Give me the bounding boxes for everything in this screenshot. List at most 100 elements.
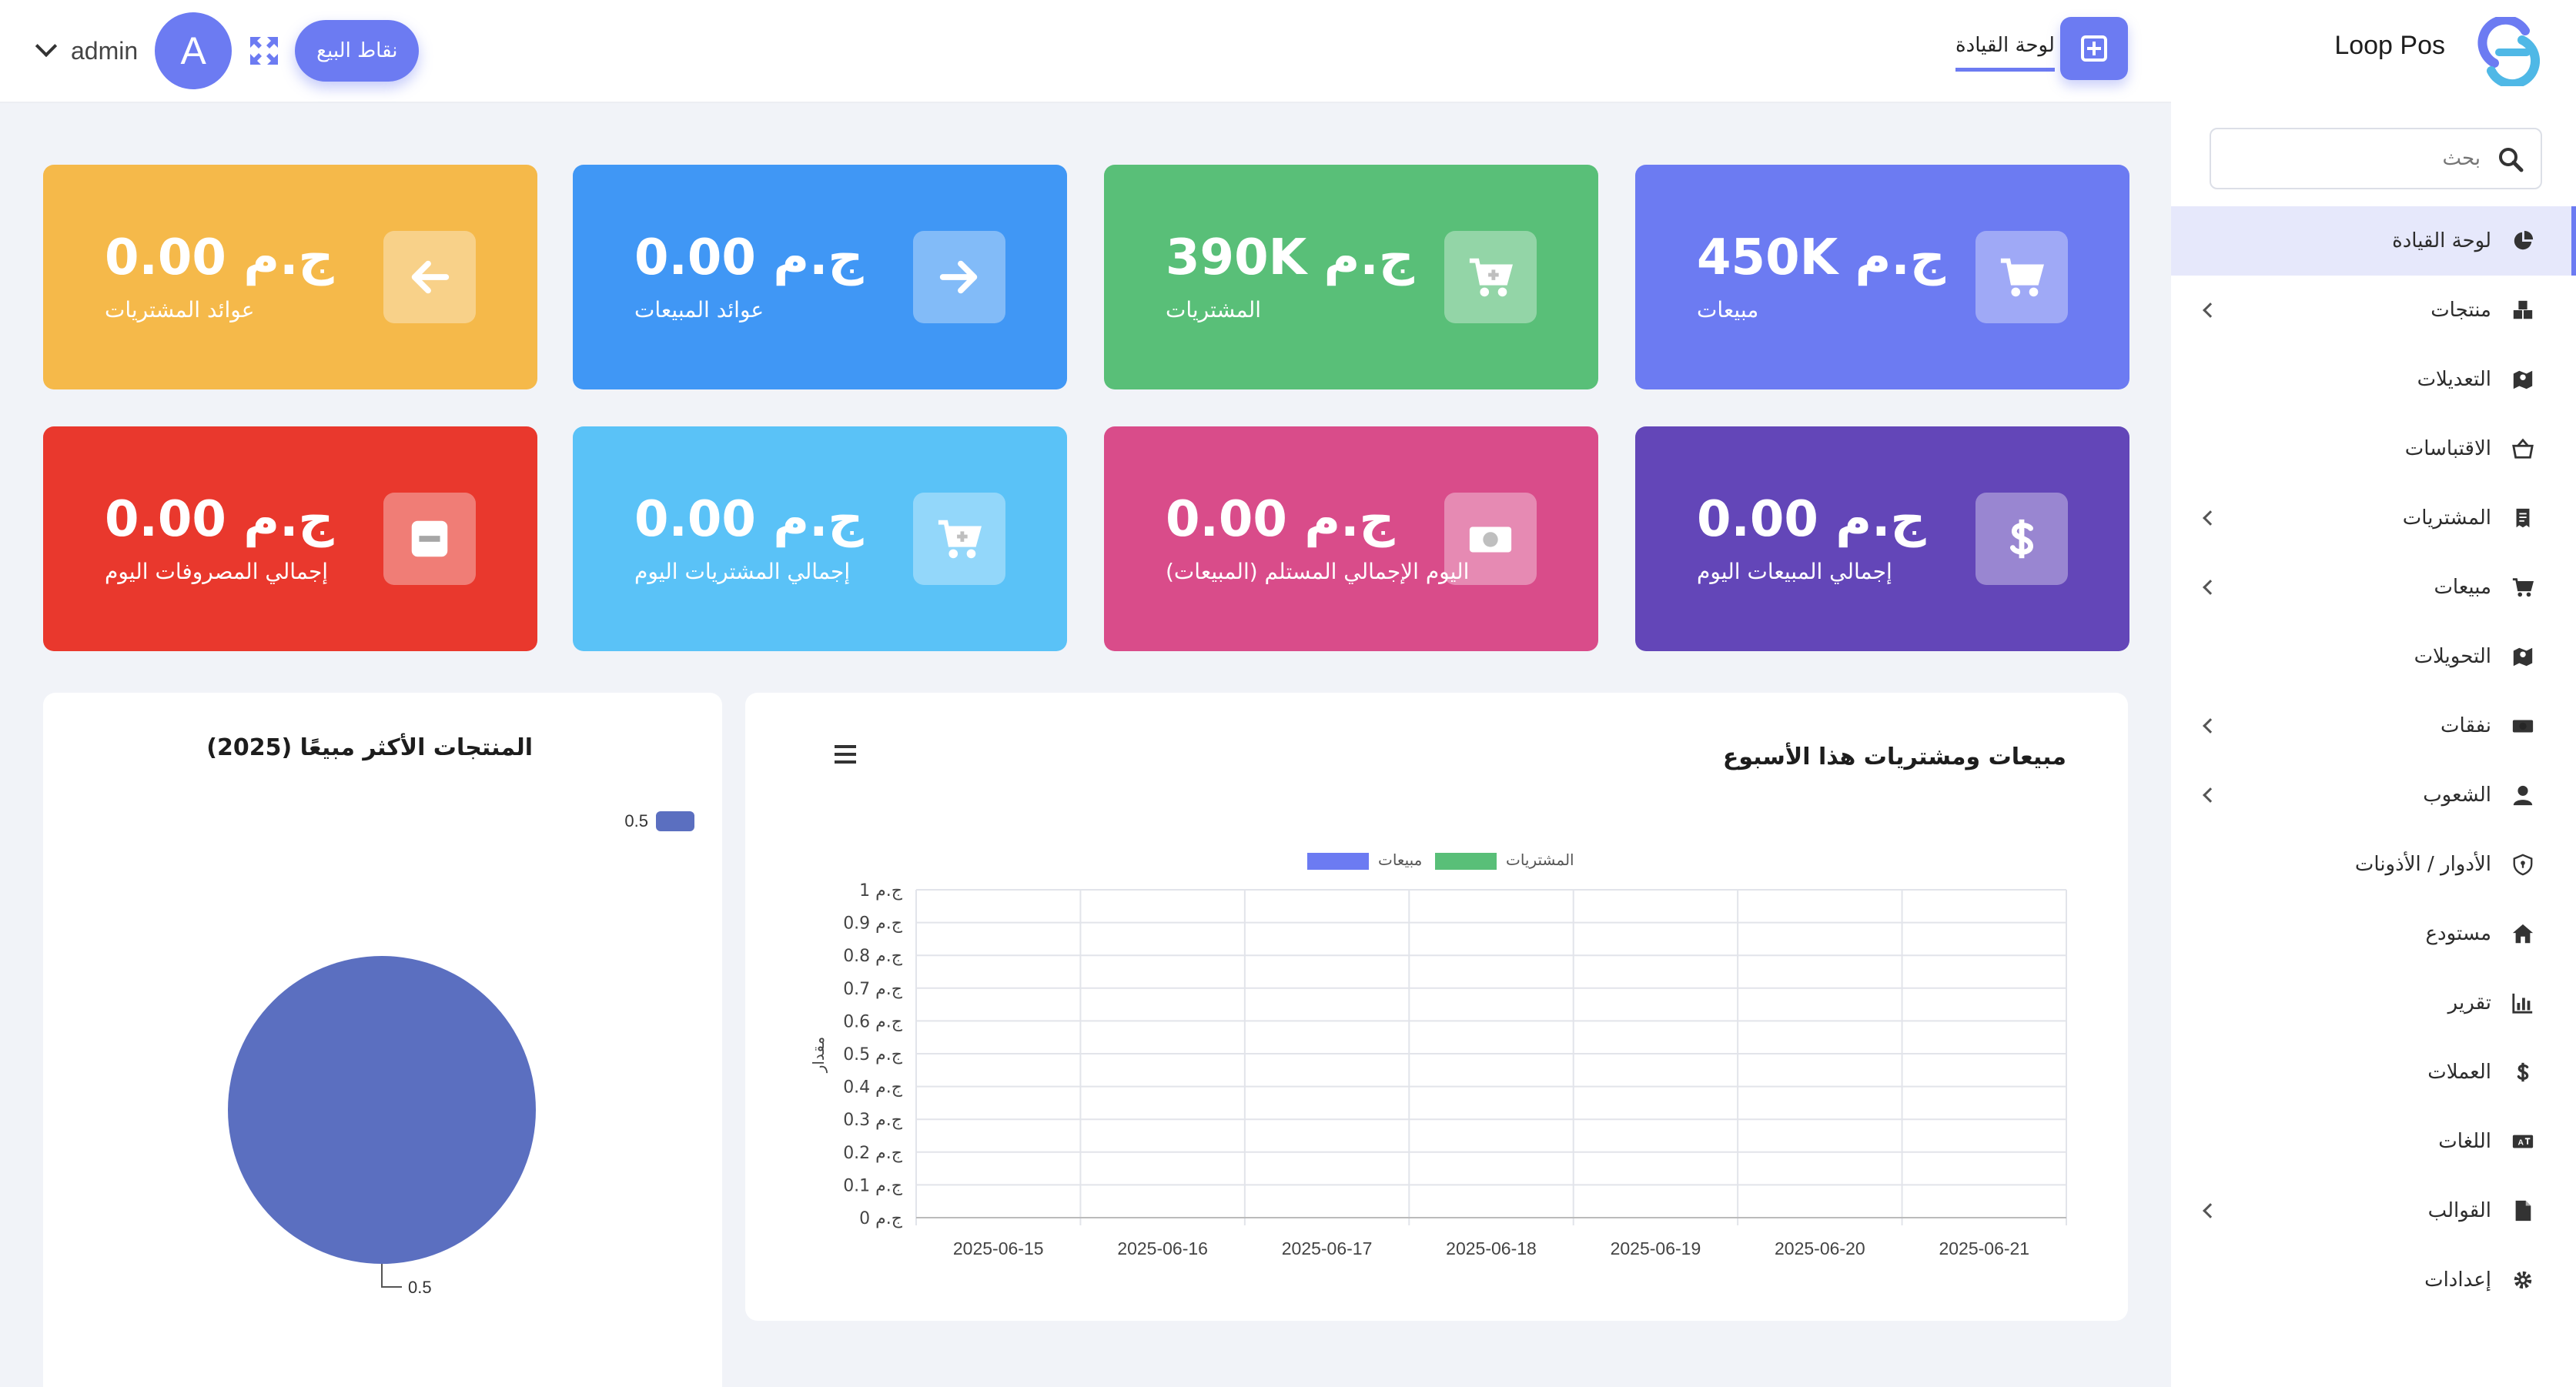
stat-card[interactable]: ج.م 0.00 عوائد المشتريات bbox=[43, 165, 537, 389]
search-input[interactable] bbox=[2226, 137, 2481, 180]
fullscreen-icon[interactable] bbox=[249, 35, 279, 66]
sidebar-item-6[interactable]: التحويلات bbox=[2171, 622, 2576, 691]
stat-card[interactable]: ج.م 0.00 اليوم الإجمالي المستلم (المبيعات… bbox=[1104, 426, 1598, 651]
stat-label: إجمالي المصروفات اليوم bbox=[105, 559, 329, 584]
y-tick-label: 0.8 ج.م bbox=[843, 947, 903, 966]
stat-label: إجمالي المشتريات اليوم bbox=[634, 559, 851, 584]
cart-plus-icon bbox=[1444, 231, 1537, 323]
brand-area: Loop Pos bbox=[2171, 0, 2576, 103]
sidebar-item-10[interactable]: مستودع bbox=[2171, 899, 2576, 968]
chevron-left-icon bbox=[2203, 787, 2218, 803]
bar-chart-icon bbox=[2510, 990, 2536, 1016]
sidebar: لوحة القيادة منتجات التعديلات الاقتباسات الم… bbox=[2171, 103, 2576, 1387]
money-icon bbox=[2510, 713, 2536, 739]
stat-card[interactable]: ج.م 0.00 إجمالي المشتريات اليوم bbox=[573, 426, 1067, 651]
sidebar-item-label: العملات bbox=[2427, 1061, 2491, 1084]
svg-text:A: A bbox=[2517, 1139, 2524, 1148]
sidebar-item-label: المشتريات bbox=[2402, 506, 2491, 530]
sidebar-item-12[interactable]: العملات bbox=[2171, 1038, 2576, 1107]
basket-icon bbox=[2510, 436, 2536, 462]
pos-button[interactable]: نقاط البيع bbox=[295, 20, 420, 82]
x-tick-label: 2025-06-19 bbox=[1611, 1238, 1701, 1258]
x-tick-label: 2025-06-15 bbox=[953, 1238, 1044, 1258]
sidebar-item-7[interactable]: نفقات bbox=[2171, 691, 2576, 760]
sidebar-item-2[interactable]: التعديلات bbox=[2171, 345, 2576, 414]
sidebar-item-label: منتجات bbox=[2430, 299, 2491, 322]
weekly-chart-panel: مبيعات ومشتريات هذا الأسبوع 0 ج.م 0.1 ج.م… bbox=[745, 693, 2128, 1321]
y-tick-label: 0.9 ج.م bbox=[843, 914, 903, 934]
stat-value: ج.م 450K bbox=[1697, 229, 1945, 286]
x-tick-label: 2025-06-16 bbox=[1117, 1238, 1208, 1258]
language-icon: A bbox=[2510, 1128, 2536, 1155]
sidebar-item-3[interactable]: الاقتباسات bbox=[2171, 414, 2576, 483]
brand-logo-icon bbox=[2471, 15, 2545, 89]
avatar[interactable]: A bbox=[155, 12, 233, 89]
y-tick-label: 0.2 ج.م bbox=[843, 1144, 903, 1163]
map-icon bbox=[2510, 366, 2536, 393]
sidebar-item-label: التعديلات bbox=[2417, 368, 2491, 391]
search-box[interactable] bbox=[2210, 128, 2542, 189]
file-icon bbox=[2510, 1198, 2536, 1224]
boxes-icon bbox=[2510, 297, 2536, 323]
sidebar-item-1[interactable]: منتجات bbox=[2171, 276, 2576, 345]
stat-label: عوائد المبيعات bbox=[634, 297, 764, 323]
minus-icon bbox=[383, 493, 476, 585]
sidebar-item-13[interactable]: اللغات A bbox=[2171, 1107, 2576, 1176]
sidebar-item-11[interactable]: تقرير bbox=[2171, 968, 2576, 1038]
stat-value: ج.م 0.00 bbox=[105, 229, 334, 286]
stat-value: ج.م 0.00 bbox=[105, 491, 334, 548]
money-icon bbox=[1444, 493, 1537, 585]
data-label-line bbox=[381, 1264, 402, 1288]
top-products-pie-chart: 0.5 0.5 bbox=[228, 811, 694, 1297]
map-icon bbox=[2510, 643, 2536, 670]
sidebar-item-label: التحويلات bbox=[2414, 645, 2491, 668]
stat-label: المشتريات bbox=[1166, 297, 1262, 323]
sidebar-item-label: القوالب bbox=[2427, 1199, 2491, 1222]
sidebar-item-5[interactable]: مبيعات bbox=[2171, 553, 2576, 622]
cart-plus-icon bbox=[913, 493, 1005, 585]
plus-icon bbox=[2081, 35, 2107, 62]
sidebar-item-4[interactable]: المشتريات bbox=[2171, 483, 2576, 553]
sidebar-nav: لوحة القيادة منتجات التعديلات الاقتباسات الم… bbox=[2171, 206, 2576, 1315]
y-tick-label: 0.6 ج.م bbox=[843, 1012, 903, 1031]
x-tick-label: 2025-06-17 bbox=[1282, 1238, 1373, 1258]
top-bar: admin A نقاط البيع لوحة القيادة bbox=[0, 0, 2239, 103]
cart-icon bbox=[1975, 231, 2068, 323]
sidebar-item-label: الاقتباسات bbox=[2404, 437, 2491, 460]
legend-label: مبيعات bbox=[1378, 851, 1422, 869]
user-name[interactable]: admin bbox=[71, 37, 138, 65]
dollar-icon bbox=[1975, 493, 2068, 585]
sidebar-item-0[interactable]: لوحة القيادة bbox=[2171, 206, 2576, 276]
stat-card[interactable]: ج.م 390K المشتريات bbox=[1104, 165, 1598, 389]
y-tick-label: 1 ج.م bbox=[859, 881, 903, 901]
shield-icon bbox=[2510, 851, 2536, 877]
legend-label: المشتريات bbox=[1506, 851, 1574, 869]
y-tick-label: 0.7 ج.م bbox=[843, 980, 903, 999]
brand-name: Loop Pos bbox=[2334, 31, 2445, 60]
stat-card[interactable]: ج.م 450K مبيعات bbox=[1635, 165, 2129, 389]
chevron-left-icon bbox=[2203, 580, 2218, 595]
sidebar-item-label: تقرير bbox=[2447, 991, 2491, 1014]
sidebar-item-label: مبيعات bbox=[2434, 576, 2491, 599]
chevron-left-icon bbox=[2203, 718, 2218, 734]
chevron-down-icon[interactable] bbox=[35, 35, 58, 58]
stat-card[interactable]: ج.م 0.00 عوائد المبيعات bbox=[573, 165, 1067, 389]
pie-slice bbox=[228, 956, 536, 1264]
y-axis-label: مقدار bbox=[809, 1037, 828, 1074]
tab-dashboard[interactable]: لوحة القيادة bbox=[1955, 34, 2055, 72]
y-tick-label: 0.3 ج.م bbox=[843, 1111, 903, 1130]
stat-card[interactable]: ج.م 0.00 إجمالي المبيعات اليوم bbox=[1635, 426, 2129, 651]
legend-label: 0.5 bbox=[624, 811, 648, 831]
legend-swatch bbox=[1435, 853, 1497, 870]
sidebar-item-8[interactable]: الشعوب bbox=[2171, 760, 2576, 830]
x-tick-label: 2025-06-20 bbox=[1775, 1238, 1865, 1258]
add-button[interactable] bbox=[2060, 17, 2128, 80]
sidebar-item-15[interactable]: إعدادات bbox=[2171, 1245, 2576, 1315]
stat-card[interactable]: ج.م 0.00 إجمالي المصروفات اليوم bbox=[43, 426, 537, 651]
sidebar-item-9[interactable]: الأدوار / الأذونات bbox=[2171, 830, 2576, 899]
arrow-left-icon bbox=[383, 231, 476, 323]
chevron-left-icon bbox=[2203, 510, 2218, 526]
sidebar-item-14[interactable]: القوالب bbox=[2171, 1176, 2576, 1245]
y-tick-label: 0 ج.م bbox=[859, 1209, 903, 1228]
stat-label: عوائد المشتريات bbox=[105, 297, 255, 323]
